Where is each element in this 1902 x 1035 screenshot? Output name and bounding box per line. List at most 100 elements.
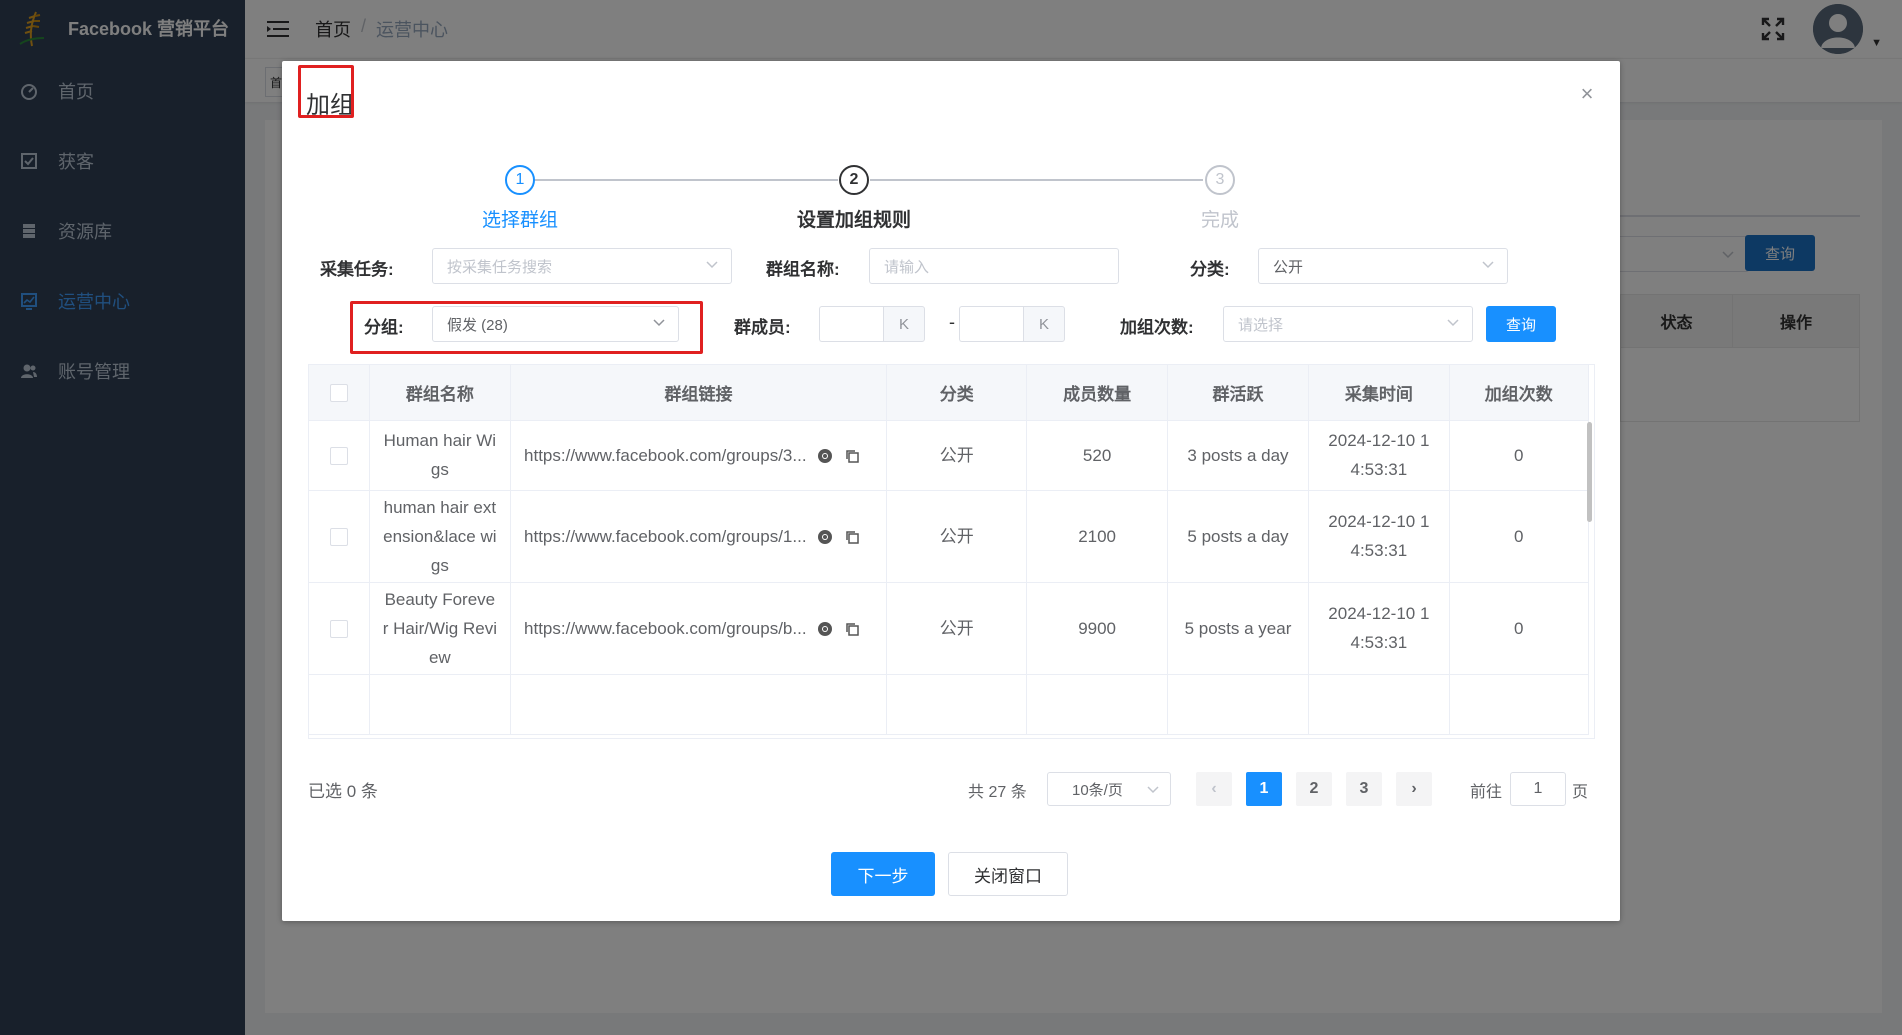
step-label: 完成: [1200, 210, 1239, 231]
column-header: 加组次数: [1449, 365, 1590, 421]
join-count-select[interactable]: 请选择: [1223, 306, 1473, 342]
collect-time-line: 4:53:31: [1350, 541, 1408, 560]
group-name-placeholder: 请输入: [884, 258, 930, 276]
chevron-down-icon: [1147, 786, 1159, 794]
chrome-icon[interactable]: [817, 529, 833, 545]
column-header: 成员数量: [1026, 365, 1168, 421]
join-count-cell: 0: [1449, 582, 1590, 675]
group-select[interactable]: 假发 (28): [432, 306, 679, 342]
chevron-down-icon: [1447, 319, 1459, 327]
page-3-button[interactable]: 3: [1346, 772, 1382, 806]
total-count: 共 27 条: [968, 784, 1027, 801]
collect-time-line: 2024-12-10 1: [1328, 512, 1430, 531]
row-checkbox[interactable]: [329, 620, 348, 639]
row-select-cell: [309, 490, 370, 583]
step-set-rules: 2 设置加组规则: [754, 165, 954, 232]
category-value: 公开: [1273, 258, 1304, 276]
task-placeholder: 按采集任务搜索: [447, 258, 553, 276]
row-checkbox[interactable]: [329, 447, 348, 466]
step-number: 1: [505, 165, 535, 195]
row-checkbox[interactable]: [329, 528, 348, 547]
group-link-cell: https://www.facebook.com/groups/b...: [510, 582, 888, 675]
chrome-icon[interactable]: [817, 448, 833, 464]
group-name-input[interactable]: 请输入: [869, 248, 1119, 284]
page-2-button[interactable]: 2: [1296, 772, 1332, 806]
column-header: 群组名称: [369, 365, 512, 421]
join-count-cell: 0: [1449, 420, 1590, 491]
copy-icon[interactable]: [844, 621, 860, 637]
chevron-down-icon: [1482, 261, 1494, 269]
collect-time-cell: 2024-12-10 1 4:53:31: [1308, 420, 1450, 491]
row-select-cell: [309, 582, 370, 675]
column-header: 群组链接: [510, 365, 888, 421]
activity-cell: 5 posts a day: [1167, 490, 1310, 583]
group-link-cell: https://www.facebook.com/groups/3...: [510, 420, 888, 491]
join-count-label: 加组次数:: [1120, 318, 1194, 337]
close-window-button[interactable]: 关闭窗口: [948, 852, 1068, 896]
step-label: 设置加组规则: [796, 210, 911, 231]
group-name-cell: human hair ext ension&lace wi gs: [369, 490, 512, 583]
members-cell: 2100: [1026, 490, 1168, 583]
join-group-dialog: 加组 × 1 选择群组 2 设置加组规则 3 完成 采集任务: 按采集任务搜索 …: [282, 61, 1620, 921]
goto-suffix: 页: [1572, 784, 1589, 801]
table-scrollbar[interactable]: [1587, 422, 1592, 522]
task-label: 采集任务:: [320, 260, 394, 279]
group-name-cell: Beauty Foreve r Hair/Wig Revi ew: [369, 582, 512, 675]
copy-icon[interactable]: [844, 529, 860, 545]
select-all-checkbox[interactable]: [329, 383, 348, 402]
group-link[interactable]: https://www.facebook.com/groups/1...: [524, 522, 807, 551]
members-label: 群成员:: [734, 318, 791, 337]
row-select-cell: [309, 420, 370, 491]
group-name-line: r Hair/Wig Revi: [382, 618, 497, 638]
next-step-button[interactable]: 下一步: [831, 852, 935, 896]
members-cell: 520: [1026, 420, 1168, 491]
members-max-input[interactable]: K: [959, 306, 1065, 342]
join-count-cell: 0: [1449, 490, 1590, 583]
goto-page-input[interactable]: 1: [1510, 772, 1566, 806]
group-name-line: ew: [428, 647, 451, 667]
members-max-field[interactable]: [959, 306, 1023, 342]
column-header: 分类: [886, 365, 1028, 421]
group-link[interactable]: https://www.facebook.com/groups/3...: [524, 441, 807, 470]
column-header: 采集时间: [1308, 365, 1450, 421]
category-select[interactable]: 公开: [1258, 248, 1508, 284]
table-row[interactable]: Beauty Foreve r Hair/Wig Revi ew https:/…: [309, 582, 1590, 675]
group-label: 分组:: [364, 318, 404, 337]
members-min-field[interactable]: [819, 306, 883, 342]
page-size-select[interactable]: 10条/页: [1047, 772, 1171, 806]
page-size-value: 10条/页: [1072, 781, 1123, 799]
next-page-button[interactable]: ›: [1396, 772, 1432, 806]
close-icon[interactable]: ×: [1576, 83, 1598, 105]
members-min-input[interactable]: K: [819, 306, 925, 342]
chevron-down-icon: [653, 319, 665, 327]
goto-prefix: 前往: [1470, 784, 1503, 801]
group-name-cell: Human hair Wi gs: [369, 420, 512, 491]
query-button[interactable]: 查询: [1486, 306, 1556, 342]
collect-time-line: 2024-12-10 1: [1328, 604, 1430, 623]
category-label: 分类:: [1190, 260, 1230, 279]
copy-icon[interactable]: [844, 448, 860, 464]
category-cell: 公开: [886, 582, 1028, 675]
task-select[interactable]: 按采集任务搜索: [432, 248, 732, 284]
step-complete: 3 完成: [1120, 165, 1320, 232]
chrome-icon[interactable]: [817, 621, 833, 637]
group-name-line: gs: [430, 555, 449, 575]
group-name-line: ension&lace wi: [383, 526, 497, 546]
table-row[interactable]: human hair ext ension&lace wi gs https:/…: [309, 490, 1590, 583]
group-link-cell: https://www.facebook.com/groups/1...: [510, 490, 888, 583]
members-cell: 9900: [1026, 582, 1168, 675]
page-1-button[interactable]: 1: [1246, 772, 1282, 806]
collect-time-cell: 2024-12-10 1 4:53:31: [1308, 582, 1450, 675]
activity-cell: 5 posts a year: [1167, 582, 1310, 675]
collect-time-line: 4:53:31: [1350, 460, 1408, 479]
step-number: 3: [1205, 165, 1235, 195]
collect-time-line: 2024-12-10 1: [1328, 431, 1430, 450]
prev-page-button[interactable]: ‹: [1196, 772, 1232, 806]
group-table: 群组名称 群组链接 分类 成员数量 群活跃 采集时间 加组次数 Human ha…: [308, 364, 1595, 739]
collect-time-cell: 2024-12-10 1 4:53:31: [1308, 490, 1450, 583]
group-link[interactable]: https://www.facebook.com/groups/b...: [524, 614, 807, 643]
table-row[interactable]: Human hair Wi gs https://www.facebook.co…: [309, 420, 1590, 491]
group-name-label: 群组名称:: [766, 260, 840, 279]
column-header: 群活跃: [1167, 365, 1310, 421]
table-row[interactable]: [309, 674, 1590, 735]
